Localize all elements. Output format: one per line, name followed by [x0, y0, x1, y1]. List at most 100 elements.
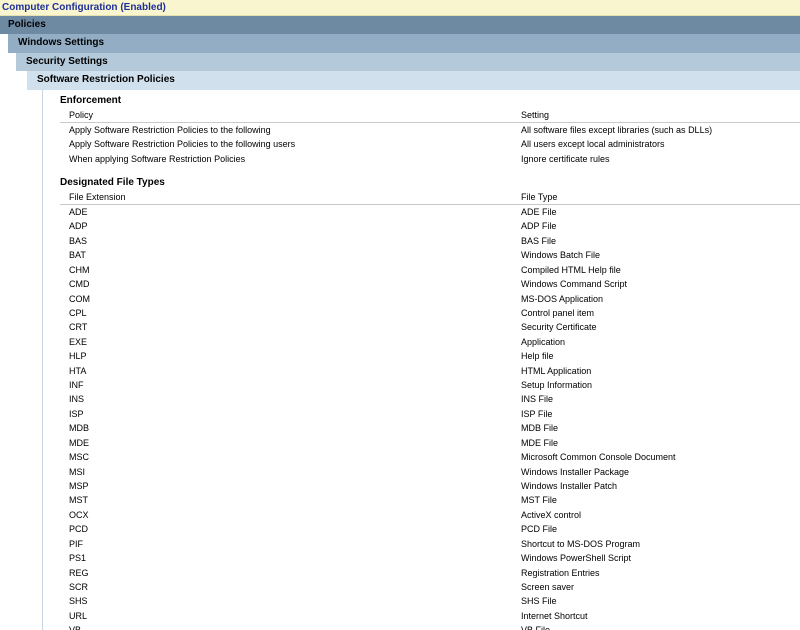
table-row: PIF Shortcut to MS-DOS Program [60, 537, 800, 551]
table-row: ISP ISP File [60, 407, 800, 421]
cell-ext: OCX [69, 509, 89, 520]
table-row: SHS SHS File [60, 594, 800, 608]
cell-ext: PS1 [69, 553, 87, 564]
table-row: MSP Windows Installer Patch [60, 479, 800, 493]
table-row: CPL Control panel item [60, 306, 800, 320]
cell-type: Application [521, 336, 566, 347]
cell-type: Security Certificate [521, 322, 597, 333]
cell-type: ADP File [521, 221, 557, 232]
cell-type: Screen saver [521, 581, 575, 592]
cell-ext: INS [69, 394, 85, 405]
cell-type: Windows Installer Package [521, 466, 630, 477]
cell-type: Windows PowerShell Script [521, 553, 632, 564]
cell-setting: Ignore certificate rules [521, 153, 610, 164]
designated-file-types-section-title[interactable]: Designated File Types [60, 177, 165, 188]
table-row: CHM Compiled HTML Help file [60, 263, 800, 277]
table-row: SCR Screen saver [60, 580, 800, 594]
cell-type: Registration Entries [521, 567, 600, 578]
cell-setting: All software files except libraries (suc… [521, 125, 713, 135]
cell-type: Setup Information [521, 380, 593, 391]
cell-type: SHS File [521, 596, 557, 607]
table-row: INS INS File [60, 392, 800, 406]
column-header-file-extension: File Extension [69, 192, 126, 202]
cell-type: Windows Installer Patch [521, 481, 618, 492]
cell-ext: VB [69, 625, 81, 630]
windows-settings-header[interactable]: Windows Settings [8, 34, 800, 53]
enforcement-section-title[interactable]: Enforcement [60, 95, 121, 106]
table-row: Apply Software Restriction Policies to t… [60, 123, 800, 137]
table-row: URL Internet Shortcut [60, 609, 800, 623]
table-row: HLP Help file [60, 349, 800, 363]
table-row: BAT Windows Batch File [60, 248, 800, 262]
cell-type: Help file [521, 351, 554, 362]
column-header-setting: Setting [521, 110, 550, 120]
cell-type: Windows Command Script [521, 279, 628, 290]
cell-ext: BAS [69, 235, 88, 246]
security-settings-header[interactable]: Security Settings [16, 53, 800, 71]
cell-type: PCD File [521, 524, 558, 535]
cell-policy: When applying Software Restriction Polic… [69, 153, 246, 164]
table-row: REG Registration Entries [60, 566, 800, 580]
table-row: COM MS-DOS Application [60, 292, 800, 306]
cell-ext: HTA [69, 365, 87, 376]
software-restriction-policies-header[interactable]: Software Restriction Policies [27, 71, 800, 90]
cell-type: MS-DOS Application [521, 293, 604, 304]
policies-header[interactable]: Policies [0, 16, 800, 34]
cell-ext: INF [69, 380, 84, 391]
cell-ext: REG [69, 567, 89, 578]
table-row: MDB MDB File [60, 421, 800, 435]
cell-type: Compiled HTML Help file [521, 264, 621, 275]
cell-type: Shortcut to MS-DOS Program [521, 538, 641, 549]
cell-ext: MSI [69, 466, 86, 477]
cell-type: Windows Batch File [521, 250, 601, 261]
file-types-table: File Extension File Type ADE ADE File ADP A… [60, 190, 800, 630]
enforcement-rows: Apply Software Restriction Policies to t… [60, 123, 800, 166]
cell-ext: BAT [69, 250, 86, 261]
table-row: PS1 Windows PowerShell Script [60, 551, 800, 565]
cell-ext: MST [69, 495, 88, 506]
cell-ext: MDE [69, 437, 89, 448]
cell-type: Control panel item [521, 307, 595, 318]
cell-ext: ADE [69, 207, 88, 217]
enforcement-table-header: Policy Setting [60, 108, 800, 123]
cell-ext: MSC [69, 452, 89, 463]
cell-ext: PCD [69, 524, 89, 535]
cell-type: INS File [521, 394, 554, 405]
cell-type: ADE File [521, 207, 557, 217]
cell-ext: ISP [69, 408, 84, 419]
table-row: When applying Software Restriction Polic… [60, 152, 800, 166]
cell-ext: SHS [69, 596, 88, 607]
table-row: BAS BAS File [60, 234, 800, 248]
column-header-policy: Policy [69, 110, 94, 120]
cell-ext: CRT [69, 322, 88, 333]
file-types-rows: ADE ADE File ADP ADP File BAS BAS File BAT Wind… [60, 205, 800, 630]
report-content: Enforcement Policy Setting Apply Softwar… [42, 90, 800, 630]
cell-ext: COM [69, 293, 90, 304]
cell-ext: URL [69, 610, 88, 621]
cell-type: ActiveX control [521, 509, 582, 520]
table-row: HTA HTML Application [60, 364, 800, 378]
table-row: ADP ADP File [60, 219, 800, 233]
cell-type: MDB File [521, 423, 559, 434]
table-row: OCX ActiveX control [60, 508, 800, 522]
cell-ext: MSP [69, 481, 89, 492]
table-row: MDE MDE File [60, 436, 800, 450]
enforcement-table: Policy Setting Apply Software Restrictio… [60, 108, 800, 166]
table-row: MST MST File [60, 493, 800, 507]
computer-configuration-header[interactable]: Computer Configuration (Enabled) [0, 0, 800, 16]
table-row: PCD PCD File [60, 522, 800, 536]
table-row: Apply Software Restriction Policies to t… [60, 137, 800, 151]
table-row: VB VB File [60, 623, 800, 630]
table-row: CRT Security Certificate [60, 320, 800, 334]
table-row: MSI Windows Installer Package [60, 465, 800, 479]
cell-ext: CPL [69, 307, 87, 318]
cell-type: Internet Shortcut [521, 610, 588, 621]
cell-type: BAS File [521, 235, 557, 246]
cell-type: Microsoft Common Console Document [521, 452, 676, 463]
cell-type: HTML Application [521, 365, 592, 376]
table-row: ADE ADE File [60, 205, 800, 219]
cell-type: ISP File [521, 408, 553, 419]
cell-ext: CHM [69, 264, 90, 275]
table-row: INF Setup Information [60, 378, 800, 392]
cell-ext: EXE [69, 336, 88, 347]
